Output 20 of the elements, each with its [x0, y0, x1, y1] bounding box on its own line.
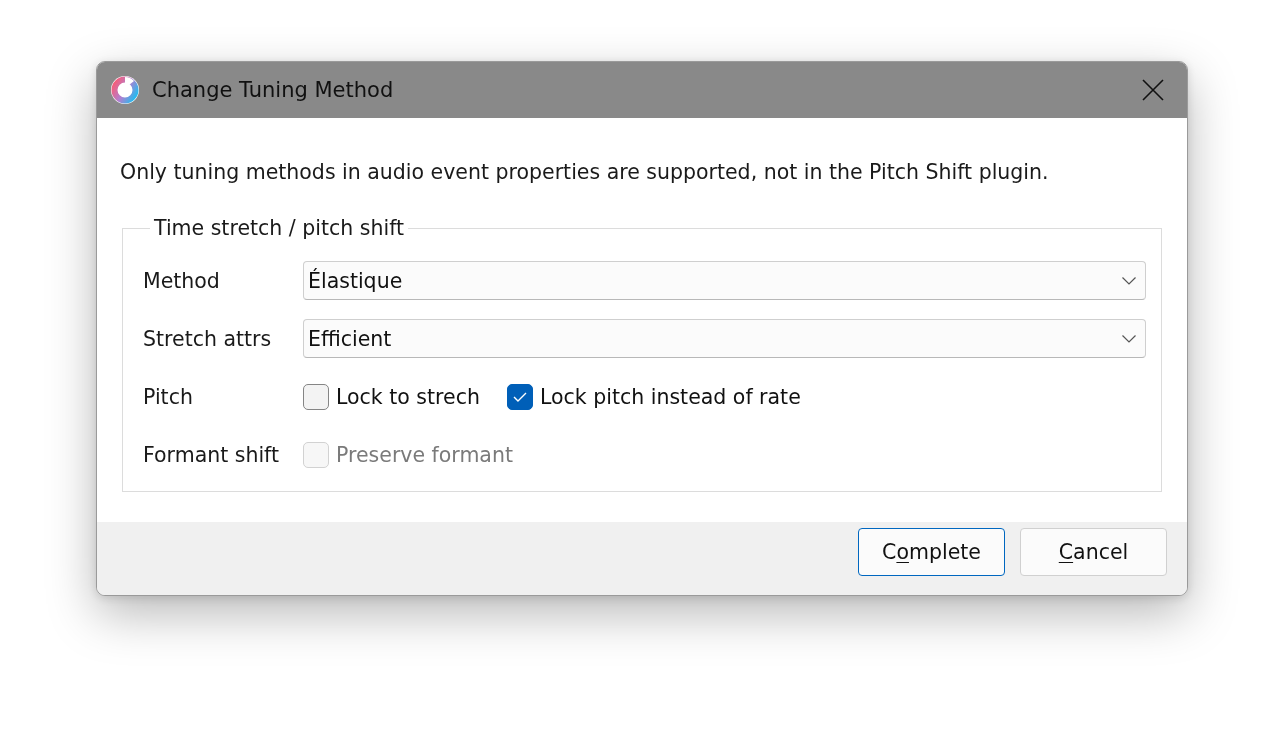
dialog-button[interactable]: Cancel [1020, 528, 1167, 576]
checkbox[interactable] [506, 383, 533, 410]
chevron-down-icon [1122, 334, 1136, 343]
checkbox[interactable] [303, 383, 329, 410]
field-label: Formant shift [143, 442, 280, 467]
close-icon [1142, 79, 1164, 101]
dropdown[interactable]: Efficient [303, 319, 1146, 358]
check-icon [512, 391, 527, 402]
field-label: Pitch [143, 384, 194, 409]
checkbox-label[interactable]: Lock pitch instead of rate [539, 384, 801, 409]
field-label: Stretch attrs [143, 326, 273, 351]
dialog-button[interactable]: Complete [858, 528, 1005, 576]
group-title: Time stretch / pitch shift [153, 215, 406, 242]
field-label: Method [143, 268, 221, 293]
window-title: Change Tuning Method [152, 78, 395, 102]
chevron-down-icon [1122, 276, 1136, 285]
app-logo-icon [110, 75, 140, 105]
info-message: Only tuning methods in audio event properties are supported, not in the Pitch Shift plugin. [120, 159, 1050, 186]
checkbox-label[interactable]: Lock to strech [336, 384, 480, 409]
dropdown[interactable]: Élastique [303, 261, 1146, 300]
